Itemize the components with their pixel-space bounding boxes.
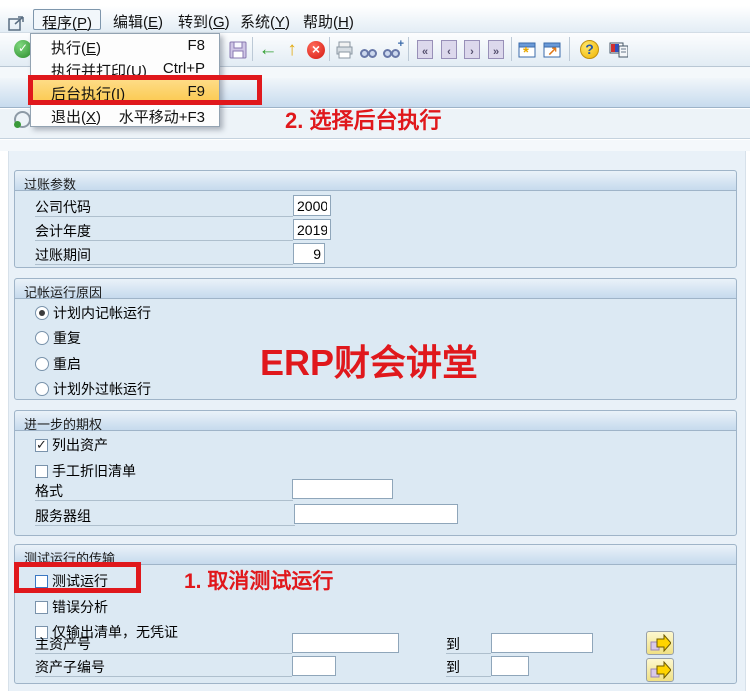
save-icon[interactable] <box>228 40 248 60</box>
annotation-box-background-execute <box>28 75 262 105</box>
range-to-label: 到 <box>446 653 491 677</box>
new-session-icon[interactable]: * <box>517 40 537 60</box>
toolbar-separator <box>511 37 512 61</box>
menu-edit[interactable]: 编辑(E) <box>105 9 171 30</box>
asset-subnumber-from-field[interactable] <box>292 656 336 676</box>
previous-page-icon[interactable]: ‹ <box>439 40 459 60</box>
help-icon[interactable]: ? <box>580 40 600 60</box>
posting-period-field[interactable] <box>293 243 325 264</box>
sap-window: 程序(P) 编辑(E) 转到(G) 系统(Y) 帮助(H) ✓ ← ↑ × + … <box>0 0 750 698</box>
cancel-icon[interactable]: × <box>306 40 326 60</box>
field-label-main-asset-number: 主资产号 <box>35 630 292 654</box>
radio-planned-posting-run[interactable]: 计划内记帐运行 <box>35 303 151 323</box>
company-code-field[interactable] <box>293 195 331 216</box>
main-asset-to-field[interactable] <box>491 633 593 653</box>
menu-goto[interactable]: 转到(G) <box>170 9 238 30</box>
group-title: 记帐运行原因 <box>15 279 736 299</box>
range-to-label: 到 <box>446 630 491 654</box>
toolbar-separator <box>252 37 253 61</box>
multiple-selection-button[interactable] <box>646 631 674 655</box>
radio-icon[interactable] <box>35 306 49 320</box>
checkbox-icon[interactable] <box>35 601 48 614</box>
watermark-text: ERP财会讲堂 <box>260 334 478 386</box>
create-shortcut-icon[interactable]: ↗ <box>542 40 562 60</box>
group-posting-parameters: 过账参数 公司代码 会计年度 过账期间 <box>14 170 737 268</box>
toolbar-separator <box>408 37 409 61</box>
field-label-asset-subnumber: 资产子编号 <box>35 653 292 677</box>
radio-restart[interactable]: 重启 <box>35 354 81 374</box>
field-label-fiscal-year: 会计年度 <box>35 217 293 241</box>
main-asset-from-field[interactable] <box>292 633 399 653</box>
menu-item-execute[interactable]: 执行(E)F8 <box>31 34 219 57</box>
back-icon[interactable]: ← <box>258 40 278 60</box>
field-label-server-group: 服务器组 <box>35 502 295 526</box>
multiple-selection-button[interactable] <box>646 658 674 682</box>
group-title: 过账参数 <box>15 171 736 191</box>
annotation-box-test-run <box>14 562 141 593</box>
asset-subnumber-to-field[interactable] <box>491 656 529 676</box>
toolbar-separator <box>569 37 570 61</box>
last-page-icon[interactable]: » <box>486 40 506 60</box>
checkbox-error-analysis[interactable]: 错误分析 <box>35 597 108 617</box>
find-next-icon[interactable]: + <box>382 40 402 60</box>
group-title: 进一步的期权 <box>15 411 736 431</box>
shortcut-label: 水平移动+F3 <box>119 106 205 127</box>
server-group-field[interactable] <box>294 504 458 524</box>
shortcut-label: F8 <box>187 37 205 54</box>
radio-unplanned-posting-run[interactable]: 计划外过帐运行 <box>35 379 151 399</box>
radio-repeat[interactable]: 重复 <box>35 328 81 348</box>
exit-icon[interactable]: ↑ <box>282 40 302 60</box>
menu-item-exit[interactable]: 退出(X)水平移动+F3 <box>31 103 219 126</box>
print-icon[interactable] <box>334 40 354 60</box>
annotation-step2: 2. 选择后台执行 <box>285 103 441 135</box>
fiscal-year-field[interactable] <box>293 219 331 240</box>
menu-bar: 程序(P) 编辑(E) 转到(G) 系统(Y) 帮助(H) <box>0 6 750 33</box>
group-further-options: 进一步的期权 列出资产 手工折旧清单 格式 服务器组 <box>14 410 737 536</box>
field-label-format: 格式 <box>35 477 293 501</box>
radio-icon[interactable] <box>35 382 49 396</box>
clock-execute-icon[interactable] <box>14 111 31 128</box>
radio-icon[interactable] <box>35 331 49 345</box>
find-icon[interactable] <box>359 40 379 60</box>
checkbox-icon[interactable] <box>35 439 48 452</box>
menu-system[interactable]: 系统(Y) <box>232 9 298 30</box>
menu-help[interactable]: 帮助(H) <box>295 9 362 30</box>
checkbox-list-assets[interactable]: 列出资产 <box>35 435 108 455</box>
next-page-icon[interactable]: › <box>462 40 482 60</box>
annotation-step1: 1. 取消测试运行 <box>184 565 333 595</box>
field-label-company-code: 公司代码 <box>35 193 293 217</box>
system-menu-icon[interactable] <box>8 15 26 31</box>
selection-screen: 过账参数 公司代码 会计年度 过账期间 记帐运行原因 计划内记帐运行 重复 重启… <box>8 151 746 691</box>
customize-layout-icon[interactable] <box>608 40 628 60</box>
menu-program[interactable]: 程序(P) <box>33 9 101 30</box>
first-page-icon[interactable]: « <box>415 40 435 60</box>
field-label-posting-period: 过账期间 <box>35 241 293 265</box>
radio-icon[interactable] <box>35 357 49 371</box>
format-field[interactable] <box>292 479 393 499</box>
toolbar-separator <box>329 37 330 61</box>
spacer-strip <box>0 140 750 151</box>
